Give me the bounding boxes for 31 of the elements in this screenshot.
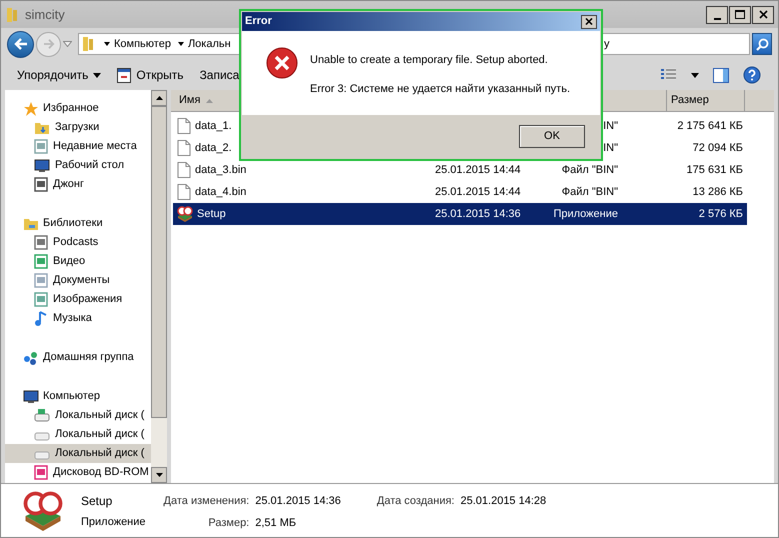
- details-name: Setup: [81, 493, 114, 510]
- type-cell-text: Файл "BIN": [562, 184, 618, 200]
- file-name: data_4.bin: [195, 184, 246, 200]
- date-cell: 25.01.2015 14:36: [435, 208, 521, 220]
- size-cell-text: 13 286 КБ: [692, 184, 743, 200]
- file-name: Setup: [197, 206, 226, 222]
- details-value: 25.01.2015 14:28: [460, 494, 546, 509]
- details-value: 25.01.2015 14:36: [255, 494, 341, 509]
- size-cell-text: 72 094 КБ: [692, 140, 743, 156]
- type-cell-text: IN": [603, 140, 618, 156]
- dialog-title: Error: [245, 14, 272, 30]
- details-label: Дата изменения:: [164, 494, 250, 509]
- type-cell-text: Файл "BIN": [562, 162, 618, 178]
- size-cell-text: 2 576 КБ: [698, 206, 743, 222]
- file-name: data_2.: [195, 140, 232, 156]
- file-name: data_1.: [195, 118, 232, 134]
- details-label: Размер:: [207, 516, 250, 530]
- date-cell: 25.01.2015 14:44: [435, 164, 521, 176]
- address-text: y: [604, 36, 610, 52]
- details-value: 2,51 МБ: [255, 516, 298, 530]
- type-cell-text: Приложение: [553, 206, 618, 222]
- file-name: data_3.bin: [195, 162, 246, 178]
- details-type: Приложение: [81, 515, 146, 530]
- error-detail: Error 3: Системе не удается найти указанный путь.: [310, 82, 570, 96]
- error-message: Unable to create a temporary file. Setup aborted.: [310, 53, 549, 68]
- size-cell-text: 2 175 641 КБ: [677, 118, 743, 134]
- details-label: Дата создания:: [376, 494, 454, 509]
- date-cell: 25.01.2015 14:44: [435, 186, 521, 198]
- size-cell-text: 175 631 КБ: [686, 162, 743, 178]
- window-title: simcity: [25, 6, 65, 24]
- type-cell-text: IN": [603, 118, 618, 134]
